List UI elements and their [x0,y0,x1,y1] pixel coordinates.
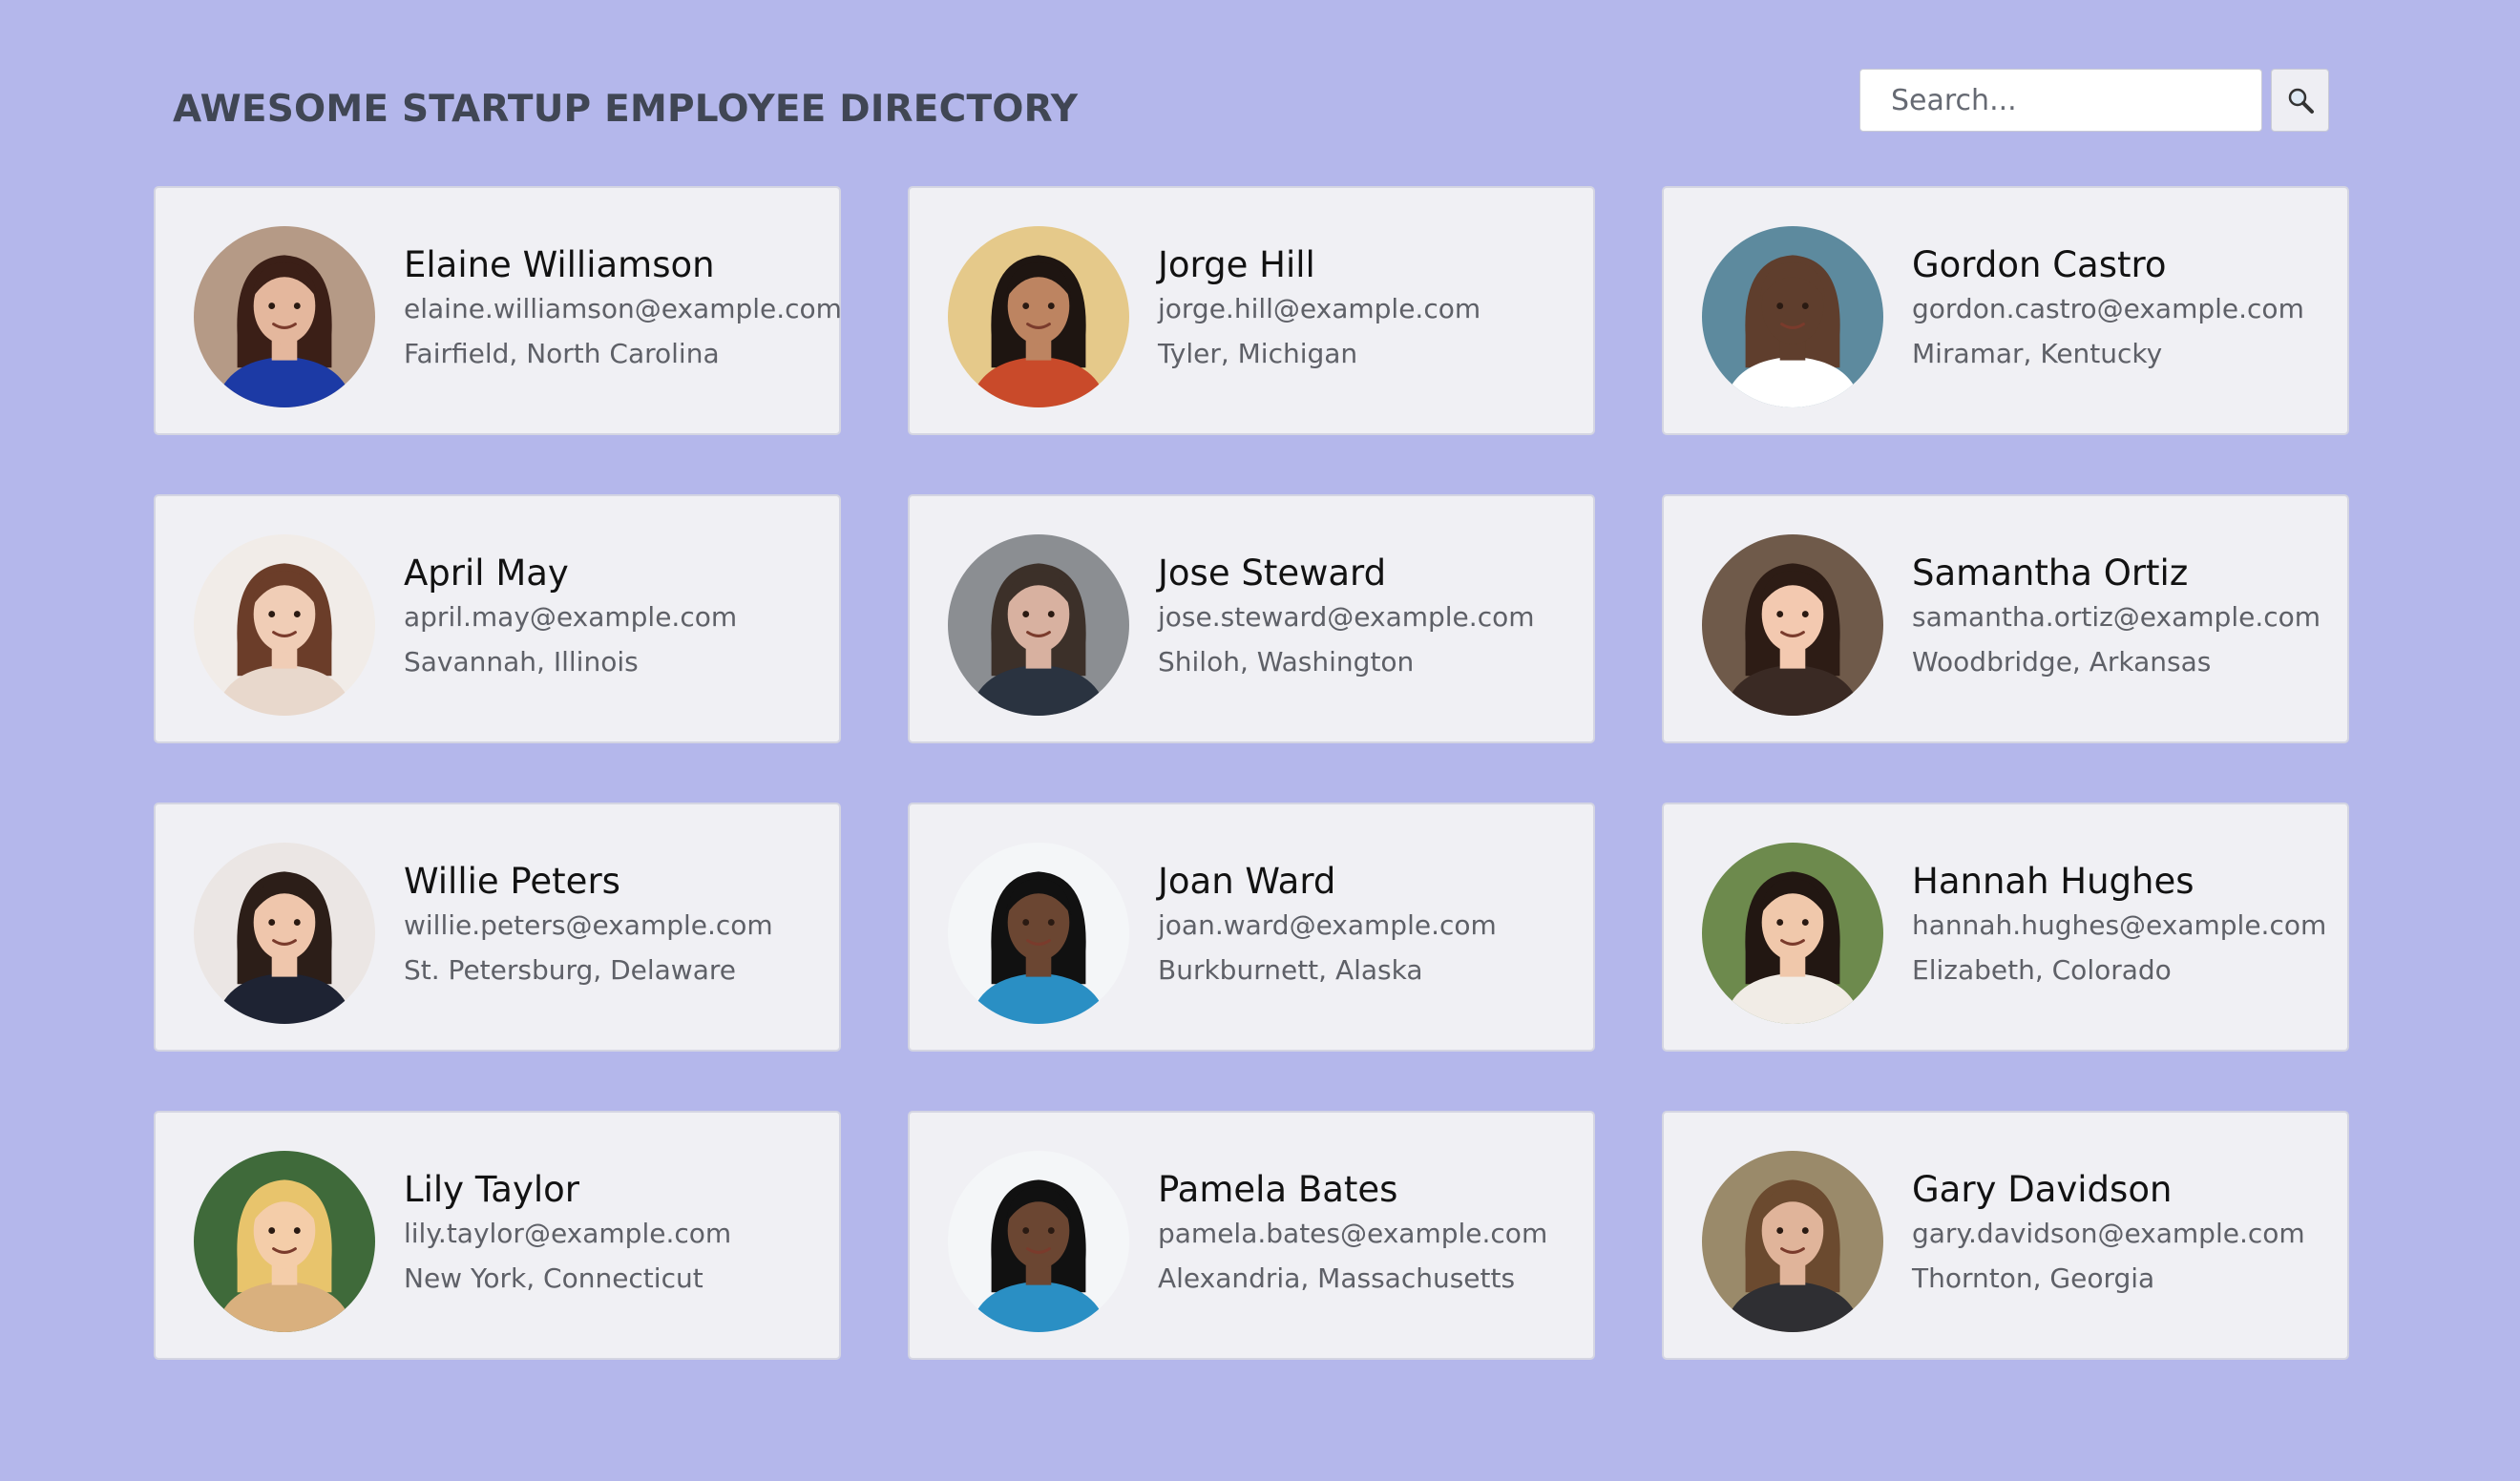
employee-card[interactable]: April May april.may@example.com Savannah… [154,494,841,743]
employee-email: jose.steward@example.com [1158,601,1535,633]
employee-gallery: Elaine Williamson elaine.williamson@exam… [154,186,2349,1360]
employee-location: Alexandria, Massachusetts [1158,1262,1516,1294]
employee-email: willie.peters@example.com [404,909,773,941]
employee-avatar [194,1151,375,1332]
employee-name: Joan Ward [1158,861,1336,902]
employee-location: Elizabeth, Colorado [1912,954,2172,986]
employee-avatar [1702,843,1883,1024]
employee-name: Jose Steward [1158,553,1387,594]
employee-avatar [1702,534,1883,716]
employee-card[interactable]: Willie Peters willie.peters@example.com … [154,803,841,1052]
page-title: AWESOME STARTUP EMPLOYEE DIRECTORY [173,88,1079,131]
employee-location: Shiloh, Washington [1158,646,1415,678]
employee-name: Lily Taylor [404,1169,580,1210]
employee-info: April May april.may@example.com Savannah… [404,552,830,680]
employee-name: Willie Peters [404,861,620,902]
employee-avatar [194,843,375,1024]
employee-info: Gordon Castro gordon.castro@example.com … [1912,243,2338,372]
employee-email: joan.ward@example.com [1158,909,1497,941]
employee-info: Hannah Hughes hannah.hughes@example.com … [1912,860,2338,989]
employee-card[interactable]: Elaine Williamson elaine.williamson@exam… [154,186,842,435]
employee-card[interactable]: Samantha Ortiz samantha.ortiz@example.co… [1662,494,2349,743]
employee-card[interactable]: Jose Steward jose.steward@example.com Sh… [908,494,1595,743]
employee-avatar [194,226,375,407]
employee-location: Miramar, Kentucky [1912,338,2163,369]
employee-email: samantha.ortiz@example.com [1912,601,2321,633]
employee-info: Jorge Hill jorge.hill@example.com Tyler,… [1158,243,1584,372]
employee-email: jorge.hill@example.com [1158,293,1481,324]
employee-email: lily.taylor@example.com [404,1218,732,1249]
employee-info: Samantha Ortiz samantha.ortiz@example.co… [1912,552,2338,680]
search-icon [2288,88,2314,114]
employee-email: gordon.castro@example.com [1912,293,2304,324]
employee-info: Elaine Williamson elaine.williamson@exam… [404,243,842,372]
employee-avatar [948,534,1129,716]
employee-card[interactable]: Gordon Castro gordon.castro@example.com … [1662,186,2349,435]
employee-info: Pamela Bates pamela.bates@example.com Al… [1158,1168,1584,1297]
search-button[interactable] [2271,69,2329,132]
employee-card[interactable]: Pamela Bates pamela.bates@example.com Al… [908,1111,1595,1360]
employee-info: Willie Peters willie.peters@example.com … [404,860,830,989]
employee-name: Gordon Castro [1912,244,2167,285]
employee-name: Samantha Ortiz [1912,553,2189,594]
employee-name: Pamela Bates [1158,1169,1398,1210]
employee-avatar [1702,226,1883,407]
employee-location: Tyler, Michigan [1158,338,1358,369]
employee-info: Lily Taylor lily.taylor@example.com New … [404,1168,830,1297]
employee-email: gary.davidson@example.com [1912,1218,2305,1249]
employee-info: Joan Ward joan.ward@example.com Burkburn… [1158,860,1584,989]
employee-card[interactable]: Lily Taylor lily.taylor@example.com New … [154,1111,841,1360]
employee-avatar [948,226,1129,407]
employee-directory-page: AWESOME STARTUP EMPLOYEE DIRECTORY Searc… [0,0,2520,1481]
header: AWESOME STARTUP EMPLOYEE DIRECTORY [172,69,2329,145]
employee-location: Burkburnett, Alaska [1158,954,1423,986]
employee-location: St. Petersburg, Delaware [404,954,736,986]
employee-name: Hannah Hughes [1912,861,2194,902]
employee-avatar [1702,1151,1883,1332]
employee-card[interactable]: Joan Ward joan.ward@example.com Burkburn… [908,803,1595,1052]
employee-name: April May [404,553,569,594]
employee-card[interactable]: Jorge Hill jorge.hill@example.com Tyler,… [908,186,1595,435]
employee-avatar [948,843,1129,1024]
employee-info: Gary Davidson gary.davidson@example.com … [1912,1168,2338,1297]
employee-info: Jose Steward jose.steward@example.com Sh… [1158,552,1584,680]
employee-email: hannah.hughes@example.com [1912,909,2327,941]
employee-location: Thornton, Georgia [1912,1262,2155,1294]
employee-card[interactable]: Hannah Hughes hannah.hughes@example.com … [1662,803,2349,1052]
employee-email: april.may@example.com [404,601,738,633]
search-input[interactable] [1859,69,2262,132]
employee-location: Woodbridge, Arkansas [1912,646,2212,678]
employee-name: Gary Davidson [1912,1169,2173,1210]
employee-name: Elaine Williamson [404,244,715,285]
employee-name: Jorge Hill [1158,244,1315,285]
employee-location: New York, Connecticut [404,1262,704,1294]
employee-avatar [948,1151,1129,1332]
employee-card[interactable]: Gary Davidson gary.davidson@example.com … [1662,1111,2349,1360]
employee-location: Savannah, Illinois [404,646,639,678]
employee-location: Fairfield, North Carolina [404,338,720,369]
employee-email: pamela.bates@example.com [1158,1218,1548,1249]
employee-email: elaine.williamson@example.com [404,293,842,324]
employee-avatar [194,534,375,716]
